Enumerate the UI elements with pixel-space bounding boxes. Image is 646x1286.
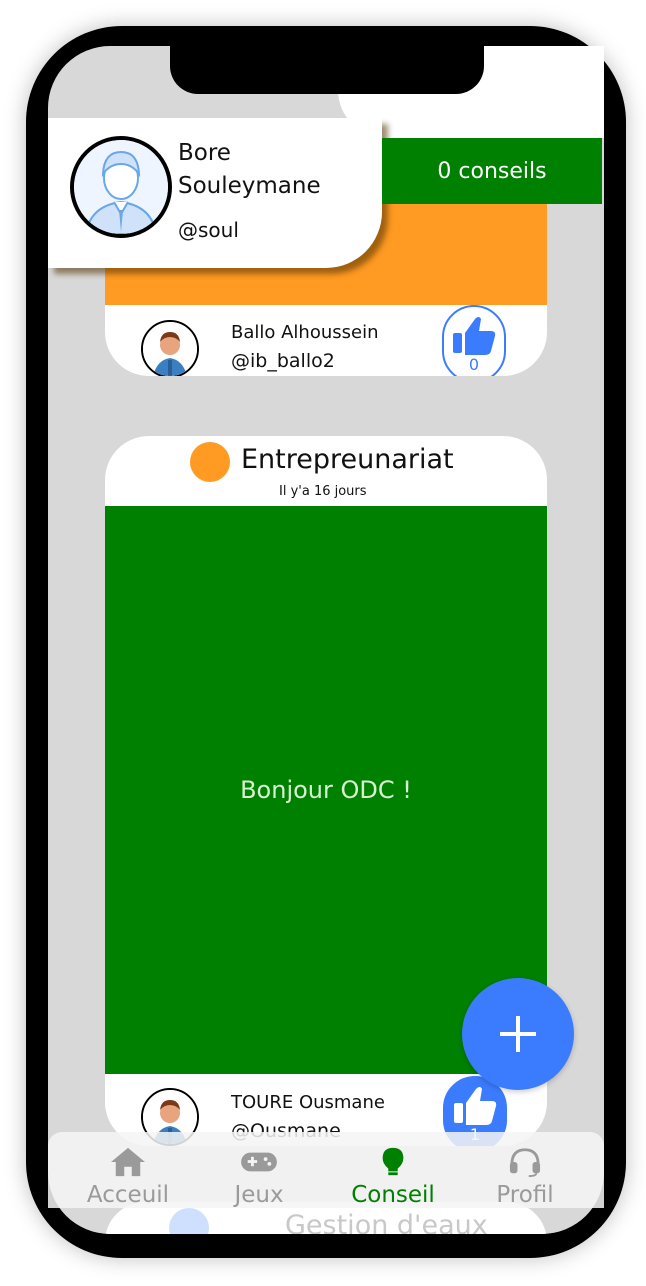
author-avatar[interactable] <box>141 320 199 376</box>
post-time: Il y'a 16 jours <box>279 484 367 499</box>
nav-label: Conseil <box>351 1182 435 1208</box>
category-title: Gestion d'eaux <box>285 1210 488 1234</box>
bottom-navigation: Acceuil Jeux Conseil Profil <box>48 1132 604 1208</box>
nav-item-acceuil[interactable]: Acceuil <box>78 1132 178 1208</box>
nav-item-jeux[interactable]: Jeux <box>214 1132 304 1208</box>
category-dot <box>190 442 230 482</box>
lightbulb-icon <box>382 1147 404 1176</box>
profile-last-name: Souleymane <box>178 173 321 199</box>
profile-handle: @soul <box>178 218 239 242</box>
plus-icon <box>500 1016 536 1052</box>
author-name: Ballo Alhoussein <box>231 322 379 343</box>
post-message-area[interactable]: Bonjour ODC ! <box>105 506 547 1074</box>
author-handle: @ib_ballo2 <box>231 350 335 372</box>
author-name: TOURE Ousmane <box>231 1092 385 1113</box>
conseils-count-badge[interactable]: 0 conseils <box>382 138 602 204</box>
gamepad-icon <box>241 1152 277 1172</box>
nav-item-profil[interactable]: Profil <box>482 1132 568 1208</box>
home-icon <box>111 1147 145 1177</box>
category-dot <box>169 1208 209 1234</box>
add-conseil-button[interactable] <box>462 978 574 1090</box>
nav-label: Profil <box>496 1182 554 1208</box>
nav-label: Acceuil <box>86 1182 170 1208</box>
profile-header: Bore Souleymane @soul <box>48 118 382 268</box>
post-message: Bonjour ODC ! <box>240 776 412 804</box>
nav-item-conseil[interactable]: Conseil <box>340 1132 446 1208</box>
like-count: 0 <box>468 354 480 374</box>
thumbs-up-icon <box>453 316 496 355</box>
user-icon <box>74 140 168 234</box>
category-title: Entrepreunariat <box>241 444 454 475</box>
thumbs-up-icon <box>454 1086 497 1125</box>
headset-icon <box>509 1148 541 1178</box>
phone-notch <box>170 46 484 94</box>
profile-avatar[interactable] <box>70 136 172 238</box>
nav-label: Jeux <box>234 1182 284 1208</box>
like-button[interactable]: 0 <box>442 305 506 376</box>
profile-first-name: Bore <box>178 140 231 166</box>
